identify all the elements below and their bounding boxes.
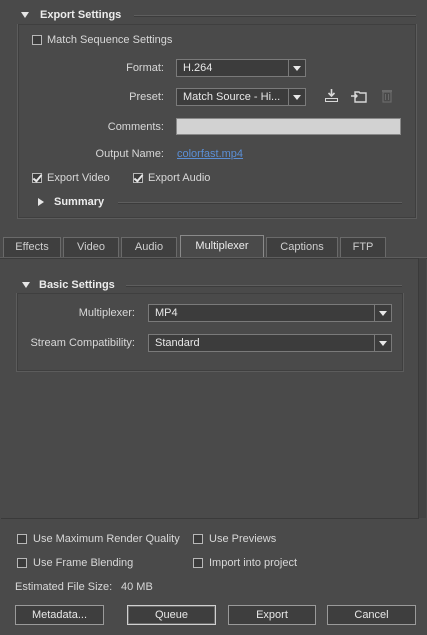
export-audio-label: Export Audio — [148, 172, 211, 184]
tab-video[interactable]: Video — [63, 237, 119, 257]
chevron-down-icon — [288, 60, 305, 76]
tab-captions-label: Captions — [280, 241, 324, 253]
frame-blending-label: Use Frame Blending — [33, 557, 134, 569]
comments-field[interactable] — [176, 118, 401, 135]
format-label: Format: — [126, 62, 164, 74]
export-button-label: Export — [256, 609, 288, 621]
max-render-label: Use Maximum Render Quality — [33, 533, 180, 545]
export-settings-title: Export Settings — [40, 9, 122, 21]
tab-captions[interactable]: Captions — [266, 237, 338, 257]
output-name-link[interactable]: colorfast.mp4 — [177, 148, 243, 160]
export-video-checkbox[interactable] — [32, 173, 42, 183]
format-select[interactable]: H.264 — [176, 59, 306, 77]
tab-ftp[interactable]: FTP — [340, 237, 386, 257]
file-size-label: Estimated File Size: — [15, 581, 113, 593]
tab-multiplexer[interactable]: Multiplexer — [180, 235, 264, 257]
tab-effects[interactable]: Effects — [3, 237, 61, 257]
basic-settings-collapse-icon[interactable] — [22, 282, 30, 288]
preset-label: Preset: — [129, 91, 164, 103]
tab-audio-label: Audio — [134, 241, 164, 253]
basic-settings-title: Basic Settings — [39, 279, 115, 291]
scrollbar-track[interactable] — [419, 258, 426, 518]
match-sequence-label: Match Sequence Settings — [47, 34, 173, 46]
comments-label: Comments: — [107, 121, 164, 133]
queue-button-label: Queue — [154, 609, 189, 621]
tab-video-label: Video — [77, 241, 105, 253]
metadata-button-label: Metadata... — [31, 609, 88, 621]
stream-compat-value: Standard — [155, 337, 200, 349]
tab-ftp-label: FTP — [352, 241, 374, 253]
chevron-down-icon — [374, 305, 391, 321]
multiplexer-label: Multiplexer: — [78, 307, 135, 319]
import-project-label: Import into project — [209, 557, 298, 569]
max-render-checkbox[interactable] — [17, 534, 27, 544]
tab-audio[interactable]: Audio — [121, 237, 177, 257]
output-name-label: Output Name: — [95, 148, 164, 160]
frame-blending-checkbox[interactable] — [17, 558, 27, 568]
chevron-down-icon — [288, 89, 305, 105]
save-preset-icon[interactable] — [323, 88, 341, 104]
import-project-checkbox[interactable] — [193, 558, 203, 568]
tab-effects-label: Effects — [15, 241, 49, 253]
summary-title: Summary — [54, 196, 105, 208]
export-settings-collapse-icon[interactable] — [21, 12, 29, 18]
import-preset-icon[interactable] — [350, 88, 368, 104]
use-previews-label: Use Previews — [209, 533, 277, 545]
export-button[interactable]: Export — [228, 605, 316, 625]
preset-select[interactable]: Match Source - Hi... — [176, 88, 306, 106]
tab-multiplexer-label: Multiplexer — [195, 240, 249, 252]
metadata-button[interactable]: Metadata... — [15, 605, 104, 625]
cancel-button[interactable]: Cancel — [327, 605, 416, 625]
cancel-button-label: Cancel — [354, 609, 389, 621]
export-settings-rule — [134, 15, 416, 17]
delete-preset-icon — [378, 88, 396, 104]
multiplexer-value: MP4 — [155, 307, 178, 319]
chevron-down-icon — [374, 335, 391, 351]
queue-button[interactable]: Queue — [127, 605, 216, 625]
summary-rule — [118, 202, 402, 204]
use-previews-checkbox[interactable] — [193, 534, 203, 544]
file-size-value: 40 MB — [121, 581, 153, 593]
export-video-label: Export Video — [47, 172, 110, 184]
stream-compat-label: Stream Compatibility: — [30, 337, 135, 349]
match-sequence-checkbox[interactable] — [32, 35, 42, 45]
basic-settings-rule — [126, 285, 402, 287]
preset-value: Match Source - Hi... — [183, 91, 281, 103]
export-audio-checkbox[interactable] — [133, 173, 143, 183]
stream-compat-select[interactable]: Standard — [148, 334, 392, 352]
summary-expand-icon[interactable] — [38, 198, 44, 206]
format-value: H.264 — [183, 62, 213, 74]
multiplexer-select[interactable]: MP4 — [148, 304, 392, 322]
